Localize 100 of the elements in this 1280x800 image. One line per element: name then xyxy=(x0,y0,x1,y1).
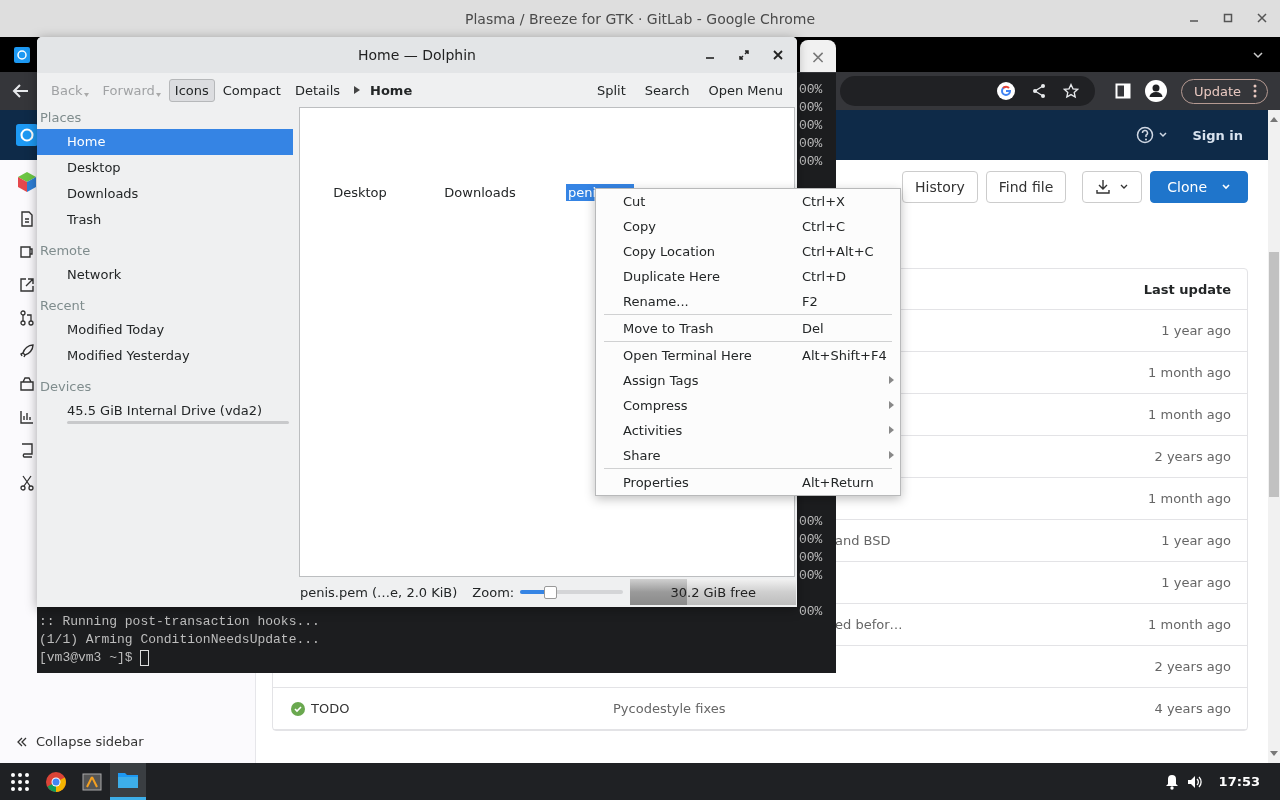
back-icon[interactable] xyxy=(12,82,30,100)
last-update-cell-text: 1 month ago xyxy=(1148,365,1232,380)
commit-message[interactable]: Pycodestyle fixes xyxy=(613,701,726,716)
zoom-slider[interactable] xyxy=(520,586,624,598)
kebab-menu-icon[interactable] xyxy=(1253,84,1257,98)
google-icon[interactable] xyxy=(996,82,1015,100)
scroll-down-icon[interactable] xyxy=(1270,751,1278,757)
places-item[interactable]: Trash xyxy=(37,207,293,233)
menu-item[interactable]: Copy Location Ctrl+Alt+C xyxy=(596,239,900,264)
commit-message[interactable]: and BSD xyxy=(835,533,891,548)
close-icon[interactable] xyxy=(772,49,784,61)
collapse-sidebar-button[interactable]: Collapse sidebar xyxy=(16,734,255,749)
terminal-line: 00% xyxy=(799,567,823,585)
terminal-line: 00% xyxy=(799,513,823,531)
ext-icon[interactable] xyxy=(19,277,35,293)
profile-icon[interactable] xyxy=(1144,80,1167,102)
view-mode-button[interactable]: Icons xyxy=(168,78,215,102)
section-heading: Places xyxy=(39,109,83,127)
terminal-line: 00% xyxy=(799,153,823,171)
menu-item[interactable]: Assign Tags xyxy=(596,368,900,393)
places-item[interactable]: Desktop xyxy=(37,155,293,181)
file-item[interactable]: Desktop xyxy=(331,184,389,201)
toolbar-button[interactable]: Search xyxy=(638,78,696,102)
menu-item[interactable]: Move to Trash Del xyxy=(596,316,900,341)
close-icon[interactable] xyxy=(1256,12,1268,24)
menu-item[interactable]: Open Terminal Here Alt+Shift+F4 xyxy=(596,343,900,368)
last-update-cell-text: 1 month ago xyxy=(1148,491,1232,506)
toolbar-button[interactable]: Open Menu xyxy=(702,78,789,102)
submenu-arrow-icon xyxy=(889,426,894,434)
menu-item[interactable]: Rename... F2 xyxy=(596,289,900,314)
box-icon[interactable] xyxy=(19,376,35,392)
chart-icon[interactable] xyxy=(19,409,35,425)
breadcrumb[interactable]: Home xyxy=(370,82,413,98)
file-item[interactable]: Downloads xyxy=(442,184,518,201)
cube-icon[interactable] xyxy=(15,170,39,194)
submenu-arrow-icon xyxy=(889,451,894,459)
toolbar-button[interactable]: Find file xyxy=(985,171,1067,203)
download-icon xyxy=(1095,179,1112,195)
last-update-cell-text: 2 years ago xyxy=(1154,449,1232,464)
last-update-cell-text: 1 year ago xyxy=(1161,533,1232,548)
bell-icon[interactable] xyxy=(1164,773,1179,790)
star-icon[interactable] xyxy=(1062,83,1079,99)
sign-in-link[interactable]: Sign in xyxy=(1192,127,1243,143)
toolbar-button[interactable]: Split xyxy=(590,78,632,102)
file-name-link[interactable]: TODO xyxy=(311,701,350,716)
merge-icon[interactable] xyxy=(19,310,35,326)
side-panel-icon[interactable] xyxy=(1114,83,1131,99)
slider-thumb[interactable] xyxy=(544,586,558,599)
free-space-bar: 30.2 GiB free xyxy=(630,579,797,605)
menu-item[interactable]: Properties Alt+Return xyxy=(596,470,900,495)
toolbar-button[interactable]: History xyxy=(902,171,978,203)
maximize-icon[interactable] xyxy=(1222,12,1234,24)
menu-item[interactable]: Compress xyxy=(596,393,900,418)
book-icon[interactable] xyxy=(19,442,35,458)
view-mode-button[interactable]: Details xyxy=(288,78,347,102)
browser-icon xyxy=(46,771,66,792)
places-item[interactable]: Modified Today xyxy=(37,317,293,343)
section-heading: Devices xyxy=(39,378,93,396)
last-update-cell-text: 1 month ago xyxy=(1148,407,1232,422)
scrollbar-thumb[interactable] xyxy=(1269,252,1279,497)
places-item[interactable]: 45.5 GiB Internal Drive (vda2) xyxy=(37,398,293,424)
warning-window-icon xyxy=(82,771,102,792)
caret-right-icon[interactable] xyxy=(354,86,361,94)
scissors-icon[interactable] xyxy=(19,475,35,491)
doc-icon[interactable] xyxy=(19,211,35,227)
commit-message[interactable]: ed befor… xyxy=(835,617,903,632)
double-chevron-left-icon xyxy=(16,735,28,748)
tab-close-button[interactable]: × xyxy=(800,40,836,72)
view-mode-button[interactable]: Compact xyxy=(216,78,287,102)
column-header: Last update xyxy=(1143,281,1231,297)
places-item[interactable]: Home xyxy=(37,129,293,155)
menu-item[interactable]: Cut Ctrl+X xyxy=(596,189,900,214)
terminal-line: 00% xyxy=(799,603,823,621)
places-item[interactable]: Modified Yesterday xyxy=(37,343,293,369)
menu-item[interactable]: Duplicate Here Ctrl+D xyxy=(596,264,900,289)
clock[interactable]: 17:53 xyxy=(1218,774,1260,789)
scrollbar[interactable] xyxy=(1268,110,1280,763)
rocket-icon[interactable] xyxy=(19,343,35,359)
places-item[interactable]: Downloads xyxy=(37,181,293,207)
window-title: Plasma / Breeze for GTK · GitLab - Google Chrome xyxy=(464,10,815,27)
window-title: Home — Dolphin xyxy=(358,47,476,63)
text-cursor xyxy=(140,649,150,666)
clone-button[interactable]: Clone xyxy=(1150,171,1248,203)
menu-item[interactable]: Copy Ctrl+C xyxy=(596,214,900,239)
dropdown-indicator-icon xyxy=(155,92,161,97)
submenu-arrow-icon xyxy=(889,376,894,384)
menu-item[interactable]: Activities xyxy=(596,418,900,443)
section-heading: Remote xyxy=(39,242,92,260)
maximize-icon[interactable] xyxy=(738,49,750,61)
menu-item[interactable]: Share xyxy=(596,443,900,468)
download-dropdown[interactable] xyxy=(1082,171,1143,203)
last-update-cell-text: 1 year ago xyxy=(1161,323,1232,338)
address-bar-end[interactable] xyxy=(840,76,1095,106)
terminal-line: 00% xyxy=(799,99,823,117)
submenu-arrow-icon xyxy=(889,401,894,409)
mug-icon[interactable] xyxy=(19,244,35,260)
share-icon[interactable] xyxy=(1030,83,1047,99)
scroll-up-icon[interactable] xyxy=(1270,116,1278,122)
last-update-cell-text: 1 month ago xyxy=(1148,617,1232,632)
places-item[interactable]: Network xyxy=(37,262,293,288)
